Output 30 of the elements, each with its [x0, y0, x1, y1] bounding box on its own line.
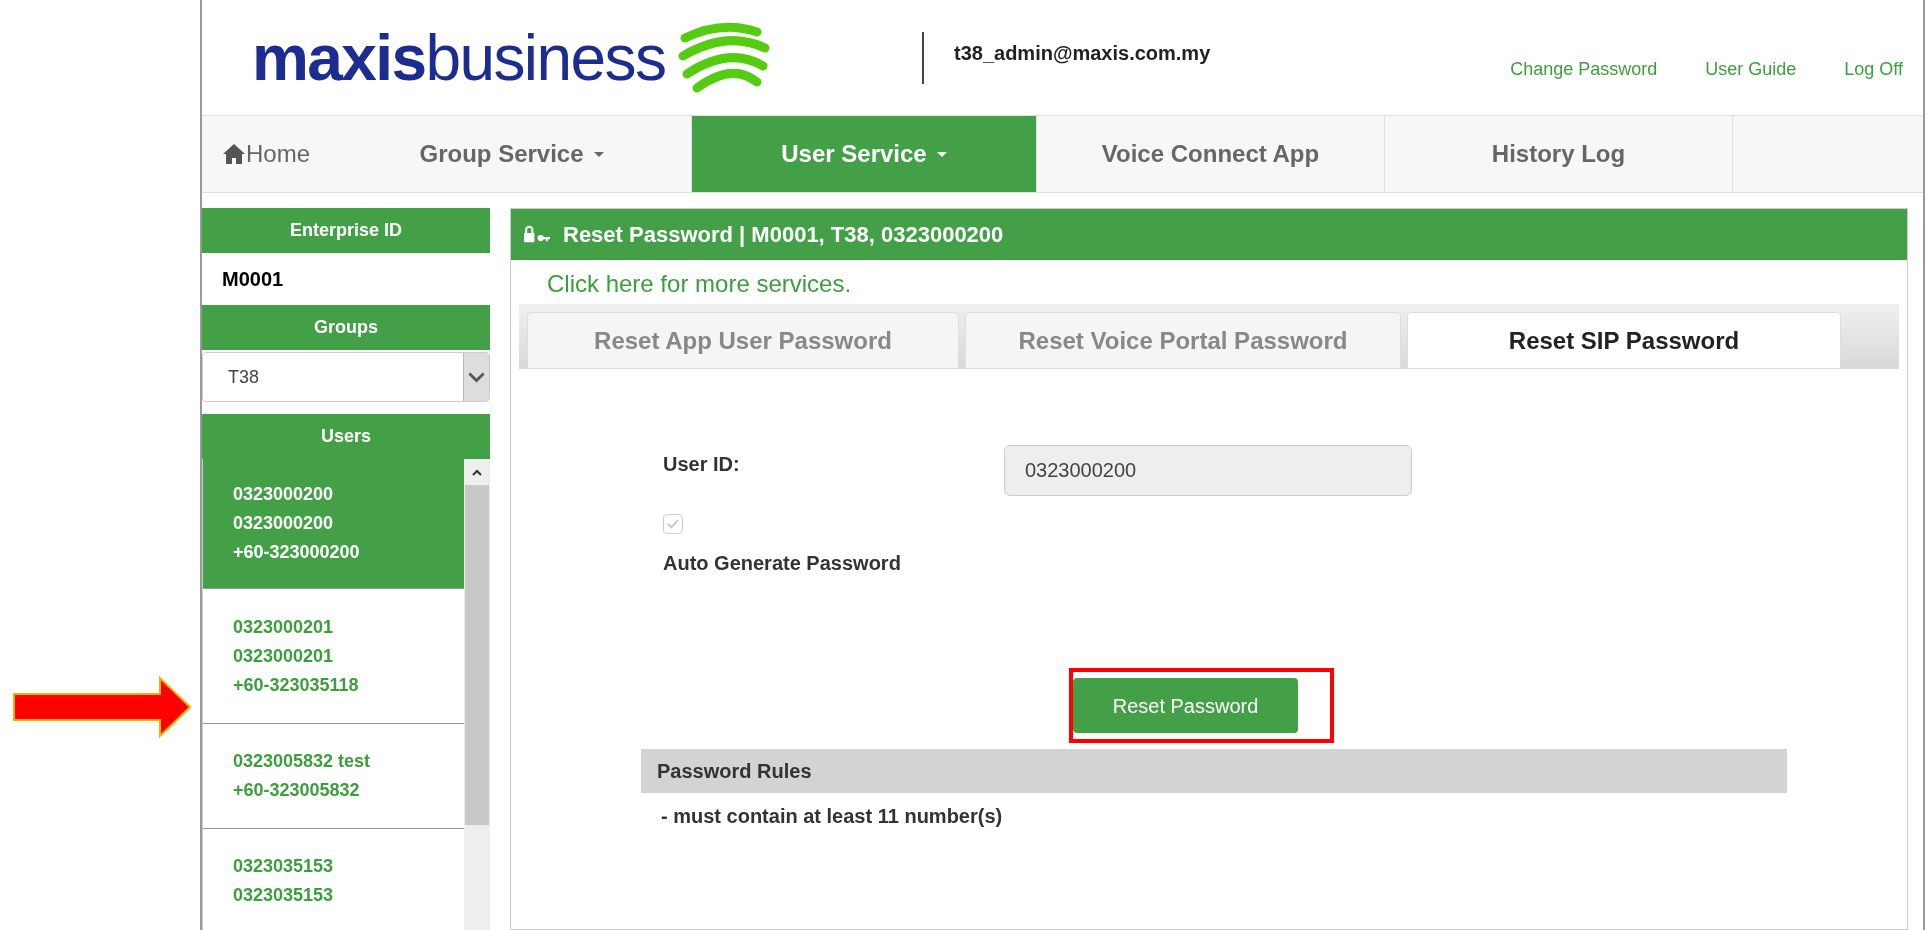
- logo-text: maxisbusiness: [252, 25, 666, 90]
- panel-title: Reset Password | M0001, T38, 0323000200: [563, 221, 1004, 249]
- caret-icon: [936, 151, 947, 157]
- nav-tab[interactable]: Voice Connect App: [1037, 116, 1385, 192]
- nav-tab[interactable]: User Service: [692, 116, 1037, 192]
- header-link[interactable]: User Guide: [1705, 56, 1797, 83]
- section-heading: Users: [202, 414, 490, 459]
- rules-heading: Password Rules: [641, 749, 1787, 793]
- tab[interactable]: Reset SIP Password: [1407, 312, 1841, 369]
- nav-tab[interactable]: Home: [202, 116, 332, 192]
- home-icon: [222, 142, 246, 166]
- header-link[interactable]: Log Off: [1844, 56, 1903, 83]
- rule-text: - must contain at least 11 number(s): [660, 804, 1004, 829]
- header-link[interactable]: Change Password: [1510, 56, 1658, 83]
- field-label: User ID:: [663, 452, 741, 477]
- account-email: t38_admin@maxis.com.my: [954, 40, 1211, 66]
- enterprise-id: M0001: [221, 267, 285, 292]
- tab[interactable]: Reset Voice Portal Password: [965, 312, 1401, 369]
- more-services-link[interactable]: Click here for more services.: [547, 272, 852, 296]
- section-heading: Enterprise ID: [202, 208, 490, 253]
- caret-icon: [593, 151, 604, 157]
- checkbox-label: Auto Generate Password: [663, 551, 902, 576]
- nav-tab[interactable]: History Log: [1385, 116, 1733, 192]
- section-heading: Groups: [202, 305, 490, 350]
- user-id-field[interactable]: 0323000200: [1004, 445, 1412, 496]
- user-list-item[interactable]: 0323000200 0323000200 +60-323000200: [203, 459, 464, 589]
- tab[interactable]: Reset App User Password: [527, 312, 959, 369]
- scrollbar[interactable]: [464, 459, 490, 930]
- reset-password-button[interactable]: Reset Password: [1073, 678, 1298, 733]
- group-select[interactable]: T38: [202, 352, 490, 402]
